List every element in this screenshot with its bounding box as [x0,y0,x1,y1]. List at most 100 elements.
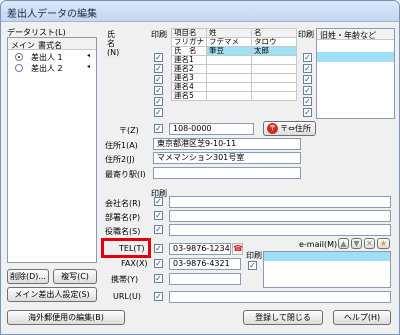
arrow-down-icon[interactable]: ▼ [351,238,362,249]
grid-cell[interactable]: 太郎 [251,46,297,56]
name-grid[interactable]: 項目名姓名 フリガナ フデマメ タロウ 氏 名筆豆 太郎 連名1 連名2 連名3 連名… [171,28,297,101]
arrow-up-icon[interactable]: ▲ [338,238,349,249]
company-label: 会社名(R) [105,199,141,208]
mobile-label: 携帯(Y) [111,275,139,284]
tel-input[interactable]: 03-9876-1234 [169,243,231,255]
grid-cell[interactable] [206,73,252,83]
grid-cell: 連名5 [171,91,207,101]
print-checkbox-rename4[interactable]: ✓ [154,97,163,106]
url-input[interactable] [169,291,391,303]
print-checkbox-department[interactable]: ✓ [154,211,163,220]
print-checkbox-rename2[interactable]: ✓ [154,75,163,84]
print-checkbox-old[interactable]: ✓ [303,64,312,73]
department-input[interactable] [169,210,391,222]
address1-input[interactable]: 東京都港区芝9-10-11 [153,138,301,150]
grid-cell: フリガナ [171,37,207,47]
print-checkbox-rename1[interactable]: ✓ [154,64,163,73]
zip-input[interactable]: 108-0000 [169,123,254,135]
list-item-name: 差出人 1 [31,53,63,62]
print-checkbox-zip[interactable]: ✓ [154,124,163,133]
address2-input[interactable]: マメマンション301号室 [153,152,301,164]
grid-cell[interactable] [251,55,297,65]
register-close-button[interactable]: 登録して閉じる [243,310,323,325]
grid-cell[interactable]: 筆豆 [206,46,252,56]
postal-mark-icon: 〒 [267,123,278,134]
company-input[interactable] [169,196,391,208]
zip-address-button[interactable]: 〒 〒⇔住所 [263,121,316,136]
old-name-header: 旧姓・年齢など [317,29,394,40]
print-checkbox-rename3[interactable]: ✓ [154,86,163,95]
data-list[interactable]: メイン 書式名 差出人 1 ◂ 差出人 2 ◂ [7,37,97,263]
print-checkbox-company[interactable]: ✓ [154,197,163,206]
email-print-label: 印刷 [246,251,262,260]
grid-header: 姓 [206,28,252,38]
grid-cell[interactable] [251,82,297,92]
print-checkbox-old[interactable]: ✓ [303,97,312,106]
print-checkbox-rename5[interactable]: ✓ [154,108,163,117]
grid-cell[interactable] [206,55,252,65]
main-sender-button[interactable]: メイン差出人設定(S) [7,287,97,302]
arrow-left-icon: ◂ [87,63,91,70]
mobile-input[interactable] [169,273,241,285]
grid-cell[interactable] [206,91,252,101]
print-checkbox-name[interactable]: ✓ [154,53,163,62]
print-checkbox-old[interactable]: ✓ [303,108,312,117]
grid-header: 項目名 [171,28,207,38]
job-title-label: 役職名(S) [105,227,141,236]
grid-cell: 氏 名 [171,46,207,56]
print-checkbox-url[interactable]: ✓ [154,292,163,301]
grid-cell[interactable] [206,64,252,74]
add-email-icon[interactable]: ★ [377,238,390,249]
name-label: 氏 名(N) [107,30,123,57]
url-label: URL(U) [113,292,141,301]
list-item[interactable]: 差出人 1 ◂ [9,52,95,62]
grid-cell[interactable] [251,91,297,101]
delete-icon[interactable]: ✕ [364,238,375,249]
main-radio[interactable] [15,64,23,72]
grid-header: 名 [251,28,297,38]
address1-label: 住所1(A) [105,141,138,150]
station-input[interactable] [153,167,301,179]
print-checkbox-tel[interactable]: ✓ [154,244,163,253]
zip-label: 〒(Z) [119,126,139,135]
list-item[interactable]: 差出人 2 ◂ [9,63,95,73]
print-checkbox-fax[interactable]: ✓ [154,259,163,268]
grid-cell[interactable] [251,64,297,74]
grid-cell[interactable]: フデマメ [206,37,252,47]
grid-cell: 連名4 [171,82,207,92]
sender-edit-dialog: 差出人データの編集 データリスト(L) メイン 書式名 差出人 1 ◂ 差出人 … [0,0,400,335]
fax-label: FAX(X) [121,259,148,268]
email-label: e-mail(M) [299,240,338,249]
copy-button[interactable]: 複写(C) [53,269,97,284]
zip-address-button-label: 〒⇔住所 [280,124,311,133]
print-checkbox-old[interactable]: ✓ [303,75,312,84]
grid-cell[interactable] [206,82,252,92]
print-checkbox-mobile[interactable]: ✓ [154,274,163,283]
help-button[interactable]: ヘルプ(H) [333,310,391,325]
job-title-input[interactable] [169,224,391,236]
main-radio[interactable] [15,53,23,61]
email-list[interactable] [263,251,391,288]
fax-input[interactable]: 03-9876-4321 [169,258,241,270]
grid-cell: 連名3 [171,73,207,83]
old-name-selected-row[interactable] [317,52,394,62]
arrow-left-icon: ◂ [87,52,91,59]
phone-icon[interactable]: ☎ [232,243,243,255]
print-checkbox-email[interactable]: ✓ [248,261,257,270]
list-item-name: 差出人 2 [31,64,63,73]
overseas-edit-button[interactable]: 海外郵便用の編集(B) [7,310,125,325]
name-print-label: 印刷 [151,30,167,39]
print-checkbox-old[interactable]: ✓ [303,53,312,62]
grid-cell[interactable] [251,73,297,83]
address2-label: 住所2(J) [105,155,135,164]
print-checkbox-job-title[interactable]: ✓ [154,225,163,234]
grid-cell: 連名2 [171,64,207,74]
tel-label: TEL(T) [119,244,145,253]
print-checkbox-old[interactable]: ✓ [303,86,312,95]
email-list-selected-row[interactable] [264,252,390,261]
old-name-grid[interactable]: 旧姓・年齢など [316,28,395,119]
delete-button[interactable]: 削除(D)... [7,269,49,284]
old-name-col: 旧姓・年齢など [320,31,376,40]
grid-cell: 連名1 [171,55,207,65]
grid-cell[interactable]: タロウ [251,37,297,47]
